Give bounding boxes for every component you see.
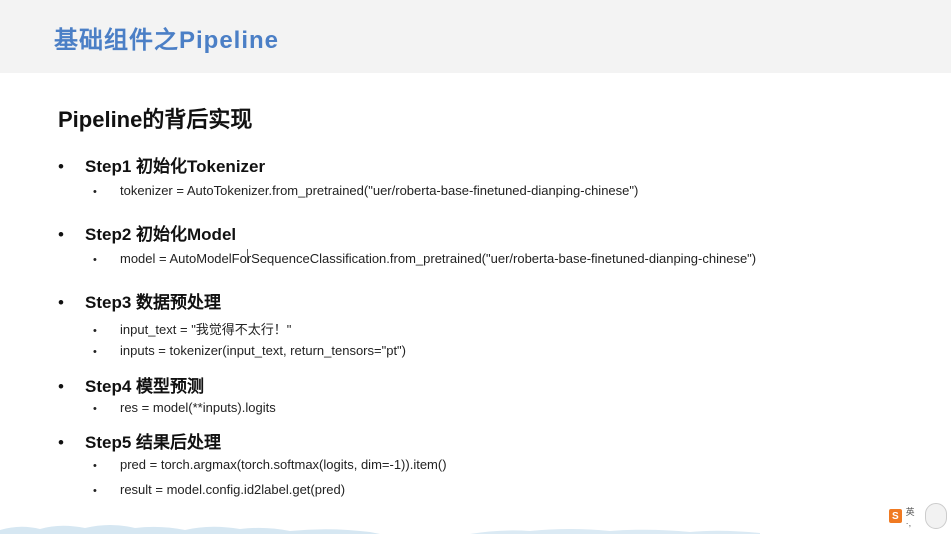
step-1-line-1: • tokenizer = AutoTokenizer.from_pretrain… <box>93 183 638 198</box>
step-3-line-2: • inputs = tokenizer(input_text, return_t… <box>93 343 406 358</box>
bullet-dot: • <box>58 293 64 312</box>
sub-bullet-dot: • <box>93 325 97 337</box>
code-line: tokenizer = AutoTokenizer.from_pretraine… <box>120 183 639 198</box>
step-4-item: • Step4 模型预测 <box>58 372 204 397</box>
step-5-line-2: • result = model.config.id2label.get(pred… <box>93 482 345 497</box>
sub-bullet-dot: • <box>93 460 97 472</box>
code-line: result = model.config.id2label.get(pred) <box>120 482 346 497</box>
slide-title: 基础组件之Pipeline <box>54 27 280 54</box>
step-4-label: Step4 模型预测 <box>85 377 205 396</box>
cloud-decoration <box>0 525 760 534</box>
step-4-line-1: • res = model(**inputs).logits <box>93 400 276 415</box>
step-3-label: Step3 数据预处理 <box>85 293 222 312</box>
step-2-label: Step2 初始化Model <box>85 225 237 244</box>
code-line: inputs = tokenizer(input_text, return_te… <box>120 343 406 358</box>
step-3-line-1: • input_text = "我觉得不太行！" <box>93 319 291 338</box>
ime-status-text[interactable]: 英 ·, <box>906 505 921 528</box>
sub-bullet-dot: • <box>93 254 97 266</box>
code-line: model = AutoModelForSequenceClassificati… <box>120 251 757 266</box>
bullet-dot: • <box>58 377 64 396</box>
sub-bullet-dot: • <box>93 346 97 358</box>
step-1-label: Step1 初始化Tokenizer <box>85 157 266 176</box>
step-2-item: • Step2 初始化Model <box>58 220 236 245</box>
step-5-item: • Step5 结果后处理 <box>58 428 221 453</box>
code-line: pred = torch.argmax(torch.softmax(logits… <box>120 457 447 472</box>
step-3-item: • Step3 数据预处理 <box>58 288 221 313</box>
step-5-line-1: • pred = torch.argmax(torch.softmax(logit… <box>93 457 447 472</box>
code-line: input_text = "我觉得不太行！" <box>120 322 292 337</box>
step-2-line-1: • model = AutoModelForSequenceClassificat… <box>93 251 756 266</box>
bullet-dot: • <box>58 433 64 452</box>
step-5-label: Step5 结果后处理 <box>85 433 222 452</box>
code-line: res = model(**inputs).logits <box>120 400 276 415</box>
sogou-ime-icon[interactable]: S <box>889 509 902 523</box>
section-title: Pipeline的背后实现 <box>58 107 253 132</box>
header-bar: 基础组件之Pipeline <box>0 0 951 73</box>
sub-bullet-dot: • <box>93 485 97 497</box>
text-cursor <box>247 249 248 263</box>
bullet-dot: • <box>58 157 64 176</box>
slide: 基础组件之Pipeline Pipeline的背后实现 • Step1 初始化To… <box>0 0 951 534</box>
sub-bullet-dot: • <box>93 403 97 415</box>
system-tray: S 英 ·, <box>889 502 947 530</box>
step-1-item: • Step1 初始化Tokenizer <box>58 152 265 177</box>
sub-bullet-dot: • <box>93 186 97 198</box>
mascot-icon[interactable] <box>925 503 947 529</box>
bullet-dot: • <box>58 225 64 244</box>
